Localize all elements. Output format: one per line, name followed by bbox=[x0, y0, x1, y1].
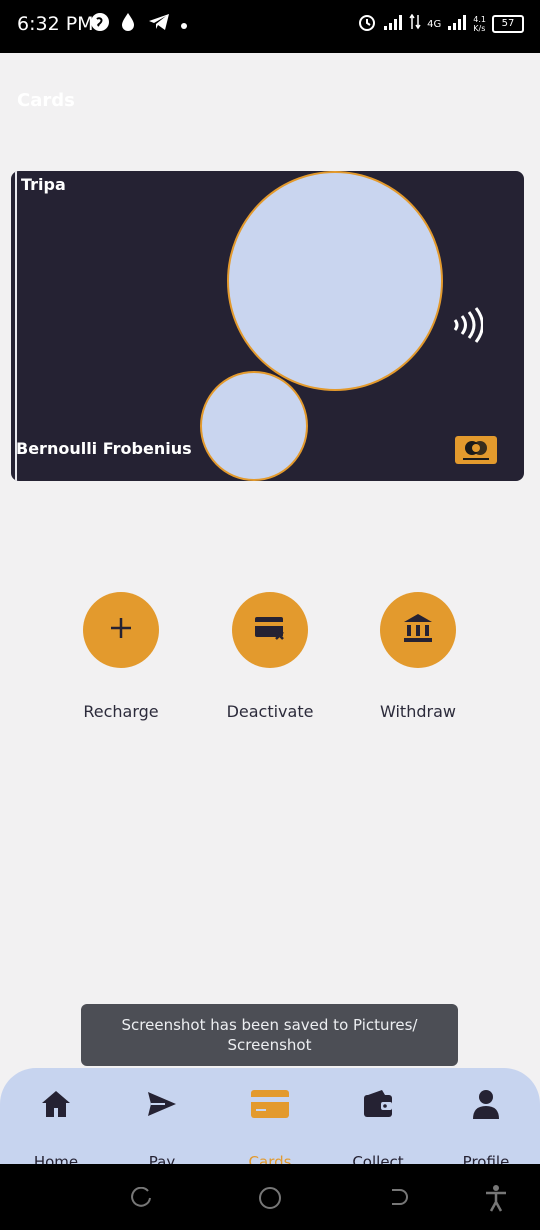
deactivate-action[interactable]: Deactivate bbox=[195, 592, 345, 721]
home-button[interactable] bbox=[258, 1186, 282, 1214]
status-system-icons: 4G 4.1 K/s 57 bbox=[357, 12, 524, 36]
signal-4g-icon bbox=[447, 14, 467, 34]
drop-icon bbox=[120, 12, 138, 36]
recharge-button[interactable] bbox=[83, 592, 159, 668]
recharge-label: Recharge bbox=[83, 702, 159, 721]
contactless-icon bbox=[451, 305, 484, 349]
send-icon bbox=[147, 1091, 177, 1121]
speed-unit: K/s bbox=[473, 24, 486, 33]
data-arrows-icon bbox=[409, 13, 421, 34]
withdraw-label: Withdraw bbox=[380, 702, 456, 721]
plus-icon bbox=[109, 616, 133, 644]
page-title: Cards bbox=[17, 90, 75, 111]
back-button[interactable] bbox=[388, 1187, 410, 1213]
toast-line-1: Screenshot has been saved to Pictures/ bbox=[121, 1016, 418, 1034]
bottom-navigation: Home Pay Cards Collect Profile bbox=[0, 1068, 540, 1171]
toast-message: Screenshot has been saved to Pictures/ S… bbox=[81, 1004, 458, 1066]
withdraw-button[interactable] bbox=[380, 592, 456, 668]
withdraw-action[interactable]: Withdraw bbox=[343, 592, 493, 721]
toast-line-2: Screenshot bbox=[227, 1036, 312, 1054]
nav-item-cards[interactable]: Cards bbox=[220, 1086, 320, 1171]
status-bar: 6:32 PM 4G 4.1 K/s 57 bbox=[0, 0, 540, 53]
card-remove-icon bbox=[253, 614, 287, 646]
accessibility-icon[interactable] bbox=[484, 1184, 508, 1216]
home-icon bbox=[40, 1088, 72, 1124]
nav-item-home[interactable]: Home bbox=[6, 1086, 106, 1171]
person-icon bbox=[471, 1088, 501, 1124]
card-holder-name: Bernoulli Frobenius bbox=[16, 439, 192, 458]
battery-indicator: 57 bbox=[492, 15, 524, 33]
status-notification-icons bbox=[90, 12, 188, 36]
card-decor-circle-small bbox=[200, 371, 308, 481]
recharge-action[interactable]: Recharge bbox=[46, 592, 196, 721]
card-edge-line bbox=[15, 171, 17, 481]
recents-button[interactable] bbox=[130, 1186, 152, 1213]
telegram-icon bbox=[148, 13, 170, 35]
signal-icon bbox=[383, 14, 403, 34]
shazam-icon bbox=[90, 12, 110, 36]
network-type-label: 4G bbox=[427, 18, 442, 30]
deactivate-button[interactable] bbox=[232, 592, 308, 668]
credit-card-icon bbox=[250, 1089, 290, 1123]
bank-icon bbox=[402, 612, 434, 648]
nav-item-pay[interactable]: Pay bbox=[112, 1086, 212, 1171]
speed-value: 4.1 bbox=[473, 15, 486, 24]
deactivate-label: Deactivate bbox=[226, 702, 314, 721]
nav-item-collect[interactable]: Collect bbox=[328, 1086, 428, 1171]
dot-icon bbox=[180, 15, 188, 34]
card-decor-circle-large bbox=[227, 171, 443, 391]
wallet-icon bbox=[362, 1088, 394, 1124]
nav-item-profile[interactable]: Profile bbox=[436, 1086, 536, 1171]
system-navigation-bar bbox=[0, 1164, 540, 1230]
alarm-icon bbox=[357, 12, 377, 36]
mastercard-logo bbox=[455, 436, 497, 464]
speed-readout: 4.1 K/s bbox=[473, 15, 486, 33]
status-time: 6:32 PM bbox=[17, 13, 94, 35]
card-brand: Tripa bbox=[21, 175, 66, 194]
bank-card[interactable]: Tripa Bernoulli Frobenius bbox=[11, 171, 524, 481]
